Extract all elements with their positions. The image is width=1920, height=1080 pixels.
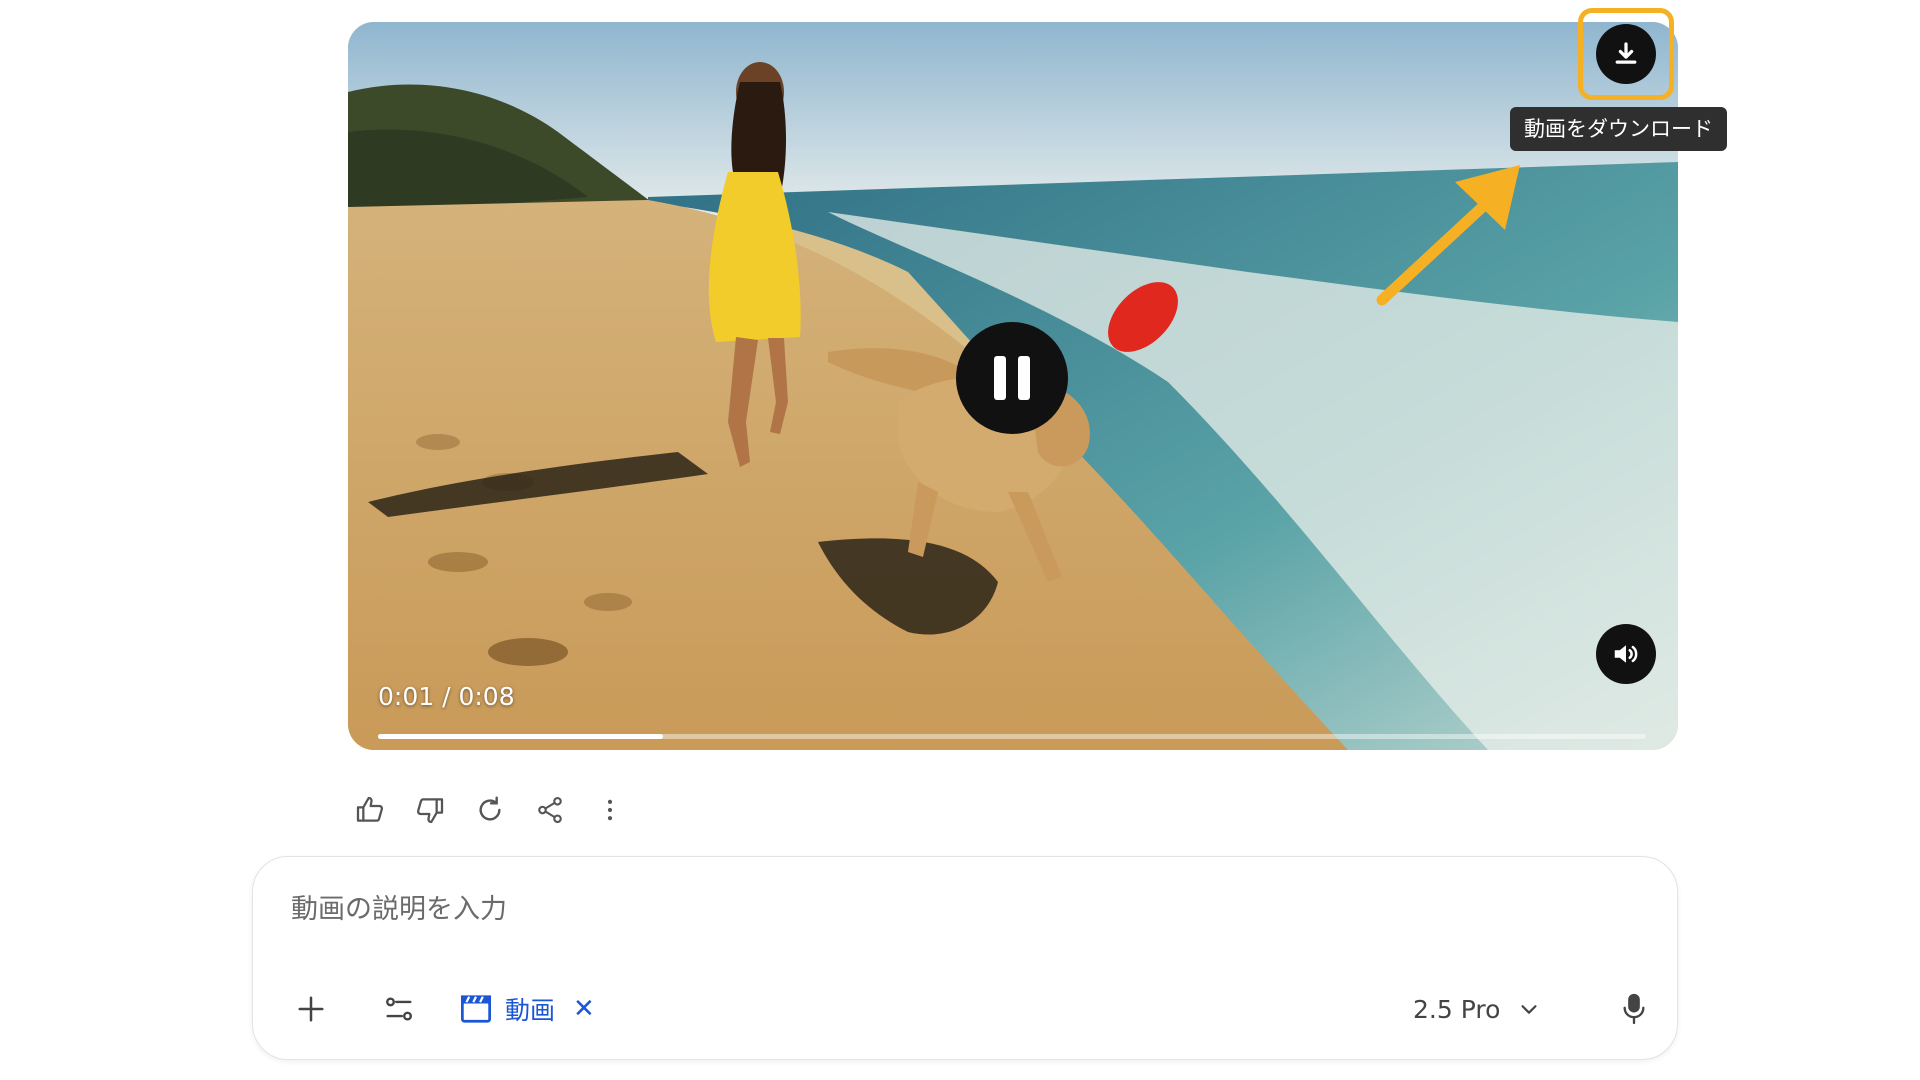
volume-icon (1614, 645, 1638, 663)
volume-button[interactable] (1596, 624, 1656, 684)
model-label: 2.5 Pro (1413, 994, 1501, 1024)
download-button[interactable] (1596, 24, 1656, 84)
time-readout: 0:01 / 0:08 (378, 682, 515, 711)
refresh-icon (479, 796, 501, 821)
mic-button[interactable] (1609, 981, 1659, 1037)
annotation-arrow (1376, 165, 1520, 306)
progress-bar[interactable] (378, 734, 1646, 739)
mic-icon (1623, 993, 1645, 1025)
model-selector[interactable]: 2.5 Pro (1413, 983, 1540, 1035)
video-chip-label: 動画 (505, 996, 556, 1025)
regenerate-button[interactable] (468, 788, 512, 832)
tune-icon (386, 997, 412, 1021)
video-player[interactable]: 0:01 / 0:08 (348, 22, 1678, 750)
share-icon (538, 796, 562, 824)
thumbs-up-button[interactable] (348, 788, 392, 832)
pause-icon (988, 356, 1036, 400)
chevron-down-icon (1521, 1005, 1537, 1014)
prompt-box: 動画 ✕ 2.5 Pro (252, 856, 1678, 1060)
pause-button[interactable] (956, 322, 1068, 434)
thumbs-down-icon (417, 798, 444, 824)
download-icon (1615, 42, 1637, 64)
thumbs-up-icon (356, 796, 383, 822)
more-options-button[interactable] (588, 788, 632, 832)
progress-fill (378, 734, 664, 739)
share-button[interactable] (528, 788, 572, 832)
add-button[interactable] (283, 981, 339, 1037)
response-actions (348, 788, 648, 832)
prompt-input[interactable] (289, 887, 1389, 931)
thumbs-down-button[interactable] (408, 788, 452, 832)
clapperboard-icon (461, 995, 491, 1023)
tools-button[interactable] (371, 981, 427, 1037)
chip-close-icon[interactable]: ✕ (573, 994, 595, 1024)
plus-icon (298, 996, 324, 1022)
download-tooltip: 動画をダウンロード (1510, 107, 1727, 151)
video-tool-chip[interactable]: 動画 ✕ (459, 983, 595, 1035)
more-vert-icon (607, 799, 613, 821)
